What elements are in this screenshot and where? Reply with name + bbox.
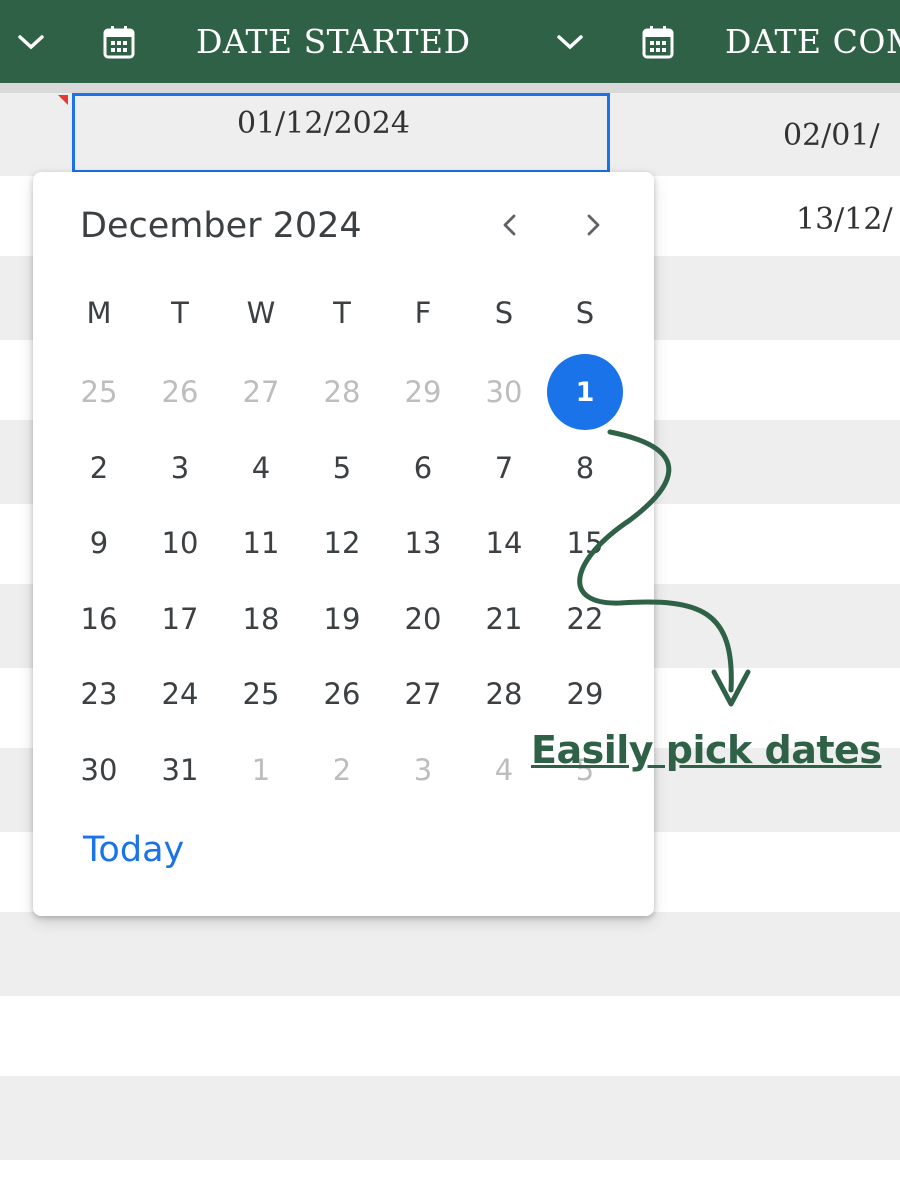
annotation-arrow-icon [577,429,751,707]
annotation-label: Easily pick dates [531,728,882,772]
